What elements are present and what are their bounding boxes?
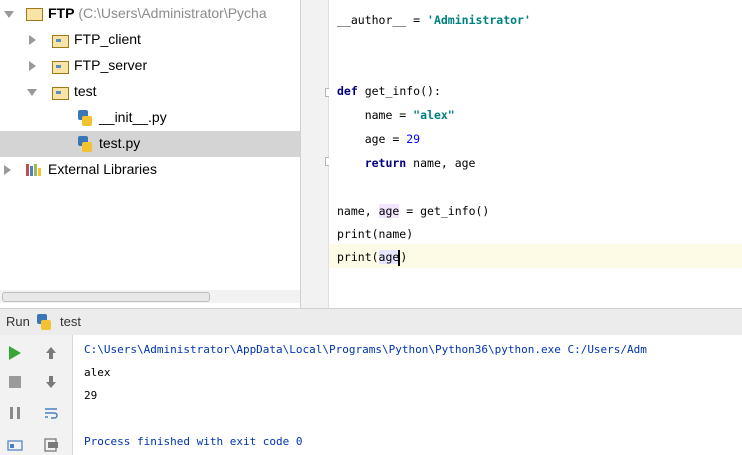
code-line-print-name[interactable]: print(name)	[337, 222, 413, 246]
code-line-return[interactable]: return name, age	[337, 151, 476, 175]
tree-item-init-py[interactable]: __init__.py	[0, 105, 300, 131]
soft-wrap-icon[interactable]	[41, 403, 61, 423]
python-run-config-icon	[37, 314, 51, 330]
stop-icon[interactable]	[5, 372, 25, 392]
root-name: FTP	[48, 5, 75, 21]
chevron-down-icon[interactable]	[4, 11, 14, 18]
tree-item-root[interactable]: FTP (C:\Users\Administrator\Pycha	[0, 1, 300, 27]
console-line-command: C:\Users\Administrator\AppData\Local\Pro…	[84, 343, 647, 356]
pause-icon[interactable]	[5, 403, 25, 423]
scrollbar-thumb[interactable]	[2, 292, 210, 302]
tree-item-label: test	[74, 83, 97, 99]
tree-item-label: FTP_server	[74, 57, 148, 73]
console-line-exit: Process finished with exit code 0	[84, 435, 303, 448]
module-folder-icon	[52, 35, 69, 48]
code-editor[interactable]: __author__ = 'Administrator' def get_inf…	[329, 0, 742, 308]
python-file-icon	[78, 110, 92, 126]
code-line-age[interactable]: age = 29	[337, 127, 420, 151]
print-icon[interactable]	[41, 435, 61, 455]
tree-item-ftp-server[interactable]: FTP_server	[0, 53, 300, 79]
arrow-up-icon[interactable]	[41, 343, 61, 363]
arrow-down-icon[interactable]	[41, 372, 61, 392]
console-line-output: 29	[84, 389, 98, 402]
folder-icon	[26, 8, 43, 21]
root-path: (C:\Users\Administrator\Pycha	[78, 5, 267, 21]
code-line-print-age[interactable]: print(age)	[337, 245, 407, 269]
tree-item-label: External Libraries	[48, 161, 157, 177]
rerun-icon[interactable]	[5, 343, 25, 363]
editor-gutter[interactable]	[301, 0, 329, 308]
restore-layout-icon[interactable]	[5, 435, 25, 455]
code-line-assign[interactable]: name, age = get_info()	[337, 199, 489, 223]
tree-item-test-py[interactable]: test.py	[0, 131, 300, 157]
chevron-down-icon[interactable]	[27, 89, 37, 96]
run-toolwindow-header[interactable]: Run test	[0, 308, 742, 336]
run-title: Run	[6, 314, 30, 329]
python-file-icon	[78, 136, 92, 152]
chevron-right-icon[interactable]	[29, 35, 36, 45]
chevron-right-icon[interactable]	[29, 61, 36, 71]
run-config-name[interactable]: test	[60, 314, 81, 329]
tree-item-label: FTP_client	[74, 31, 141, 47]
code-line-name[interactable]: name = "alex"	[337, 103, 455, 127]
chevron-right-icon[interactable]	[4, 165, 11, 175]
run-console-output[interactable]: C:\Users\Administrator\AppData\Local\Pro…	[73, 335, 742, 455]
tree-item-label: __init__.py	[99, 109, 167, 125]
tree-horizontal-scrollbar[interactable]	[0, 290, 300, 303]
tree-item-label: test.py	[99, 135, 141, 151]
console-line-output: alex	[84, 366, 111, 379]
tree-item-test-folder[interactable]: test	[0, 79, 300, 105]
module-folder-icon	[52, 61, 69, 74]
tree-item-ftp-client[interactable]: FTP_client	[0, 27, 300, 53]
code-line-1[interactable]: __author__ = 'Administrator'	[337, 8, 531, 32]
tree-item-external-libraries[interactable]: External Libraries	[0, 157, 300, 183]
code-line-def[interactable]: def get_info():	[337, 79, 441, 103]
run-toolbar	[0, 335, 73, 455]
library-icon	[26, 164, 41, 176]
project-tree: FTP (C:\Users\Administrator\Pycha FTP_cl…	[0, 0, 300, 303]
module-folder-icon	[52, 87, 69, 100]
